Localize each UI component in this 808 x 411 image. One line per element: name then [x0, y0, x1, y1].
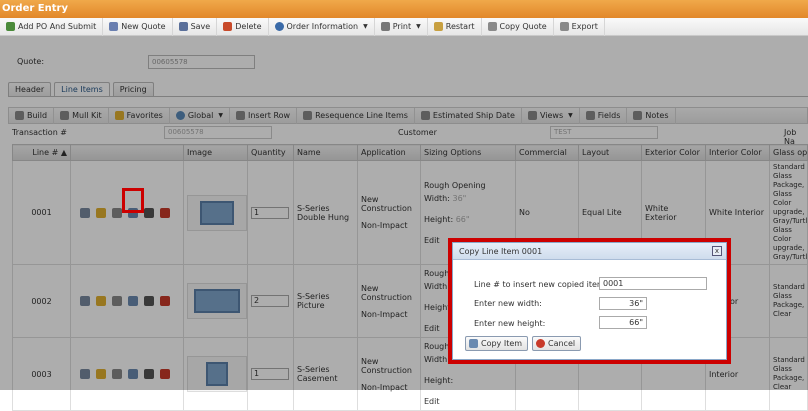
new-width-input[interactable]: 36" [599, 297, 647, 310]
print-button[interactable]: Print ▼ [375, 17, 428, 36]
close-icon[interactable]: x [712, 246, 722, 256]
new-width-label: Enter new width: [474, 299, 542, 308]
main-toolbar: Add PO And Submit New Quote Save Delete … [0, 17, 808, 36]
cancel-icon [536, 339, 545, 348]
copy-quote-button[interactable]: Copy Quote [482, 17, 554, 36]
dialog-title: Copy Line Item 0001 [459, 247, 543, 256]
save-icon [178, 22, 188, 31]
copy-icon [487, 22, 497, 31]
info-icon [274, 22, 284, 31]
edit-link[interactable]: Edit [424, 395, 512, 408]
restart-button[interactable]: Restart [428, 17, 482, 36]
add-po-icon [6, 22, 15, 31]
restart-icon [433, 22, 443, 31]
copy-icon [469, 339, 478, 348]
copy-item-button[interactable]: Copy Item [465, 336, 529, 351]
export-icon [559, 22, 569, 31]
delete-icon [223, 22, 233, 31]
dialog-title-bar: Copy Line Item 0001 x [453, 243, 726, 260]
order-information-button[interactable]: Order Information ▼ [269, 17, 375, 36]
line-number-input[interactable]: 0001 [599, 277, 707, 290]
chevron-down-icon: ▼ [363, 23, 368, 30]
copy-icon-highlight [122, 188, 144, 213]
line-number-label: Line # to insert new copied item at: [474, 280, 618, 289]
new-quote-button[interactable]: New Quote [103, 17, 173, 36]
print-icon [380, 22, 390, 31]
new-quote-icon [109, 22, 119, 31]
save-button[interactable]: Save [173, 17, 218, 36]
add-po-submit-button[interactable]: Add PO And Submit [0, 17, 104, 36]
cancel-button[interactable]: Cancel [532, 336, 582, 351]
export-button[interactable]: Export [554, 17, 605, 36]
window-title: Order Entry [0, 0, 808, 18]
new-height-label: Enter new height: [474, 319, 546, 328]
chevron-down-icon: ▼ [416, 23, 421, 30]
new-height-input[interactable]: 66" [599, 316, 647, 329]
delete-button[interactable]: Delete [217, 17, 269, 36]
copy-line-item-dialog: Copy Line Item 0001 x Line # to insert n… [452, 242, 727, 360]
